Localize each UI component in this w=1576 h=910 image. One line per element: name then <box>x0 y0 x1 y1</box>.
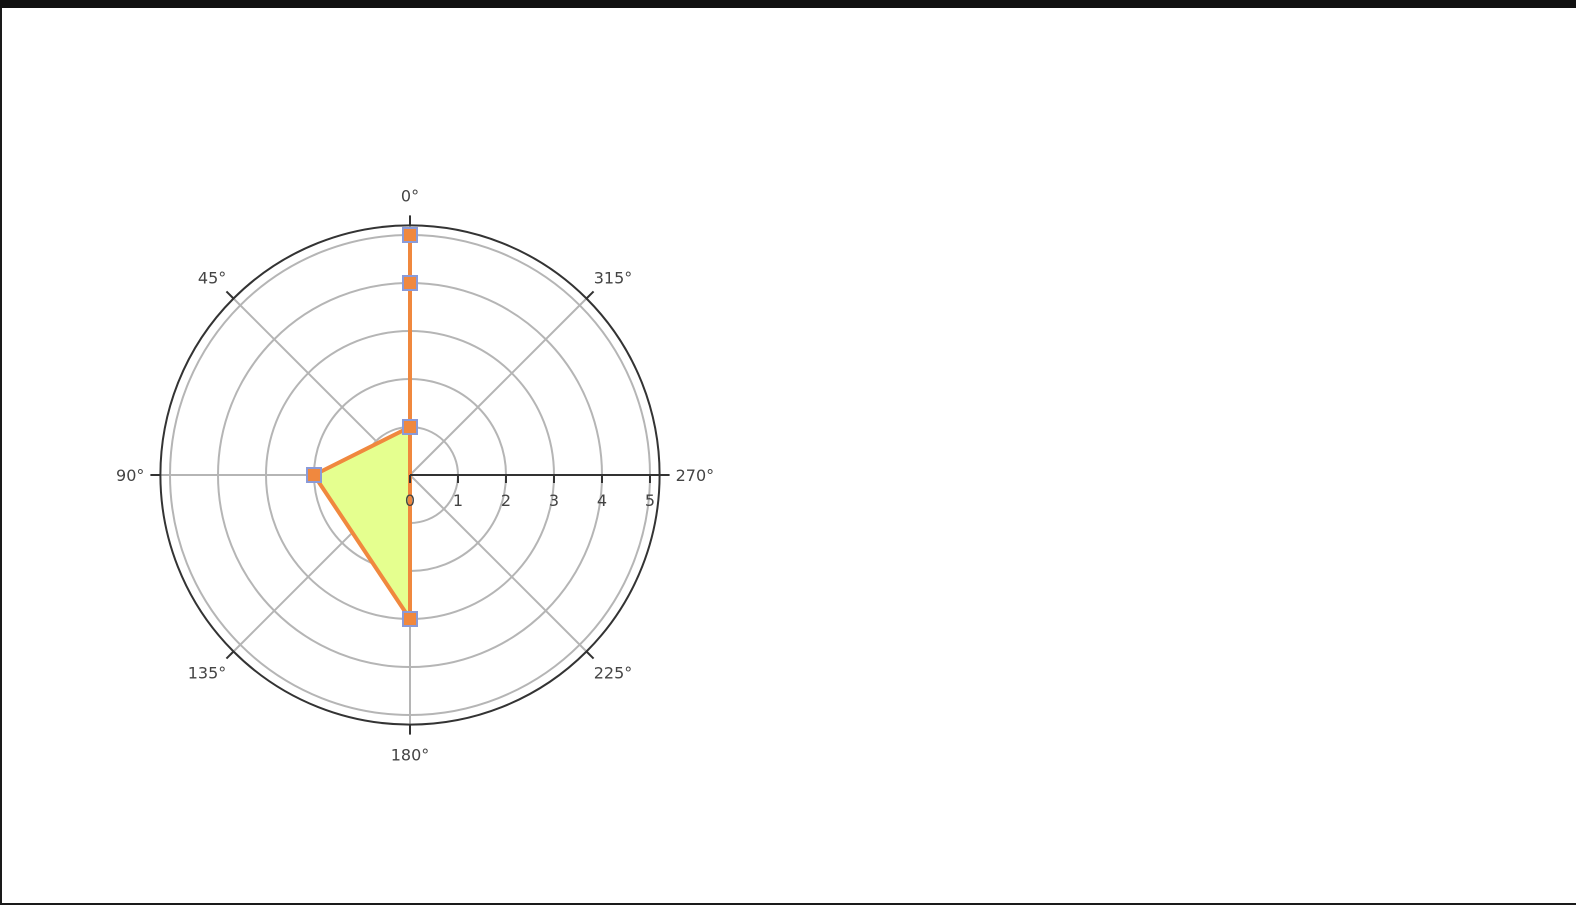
angular-tick-315 <box>585 290 595 300</box>
data-point-marker[interactable] <box>402 419 418 435</box>
angular-tick-label: 315° <box>594 268 633 287</box>
radial-tick-label: 5 <box>645 491 655 510</box>
data-point-marker[interactable] <box>402 611 418 627</box>
angular-tick-label: 45° <box>198 268 226 287</box>
radial-tick-label: 1 <box>453 491 463 510</box>
data-point-marker[interactable] <box>402 275 418 291</box>
angular-tick-label: 270° <box>676 466 715 485</box>
radial-tick-label: 0 <box>405 491 415 510</box>
data-point-marker[interactable] <box>402 227 418 243</box>
radial-tick-label: 2 <box>501 491 511 510</box>
data-point-marker[interactable] <box>306 467 322 483</box>
angular-gridline-225 <box>409 474 588 653</box>
angular-tick-label: 135° <box>188 664 227 683</box>
angular-gridline-315 <box>409 297 588 476</box>
angular-tick-label: 90° <box>116 466 144 485</box>
radial-tick-label: 4 <box>597 491 607 510</box>
polar-chart: 0 1 2 3 4 5 0° 45° 90° 135° 180° 225° 270° 315° <box>116 186 715 765</box>
angular-tick-label: 225° <box>594 664 633 683</box>
radial-tick-label: 3 <box>549 491 559 510</box>
angular-tick-label: 0° <box>401 186 419 205</box>
angular-tick-label: 180° <box>391 746 430 765</box>
angular-tick-135 <box>225 650 235 660</box>
angular-tick-225 <box>585 650 595 660</box>
angular-tick-45 <box>225 290 235 300</box>
